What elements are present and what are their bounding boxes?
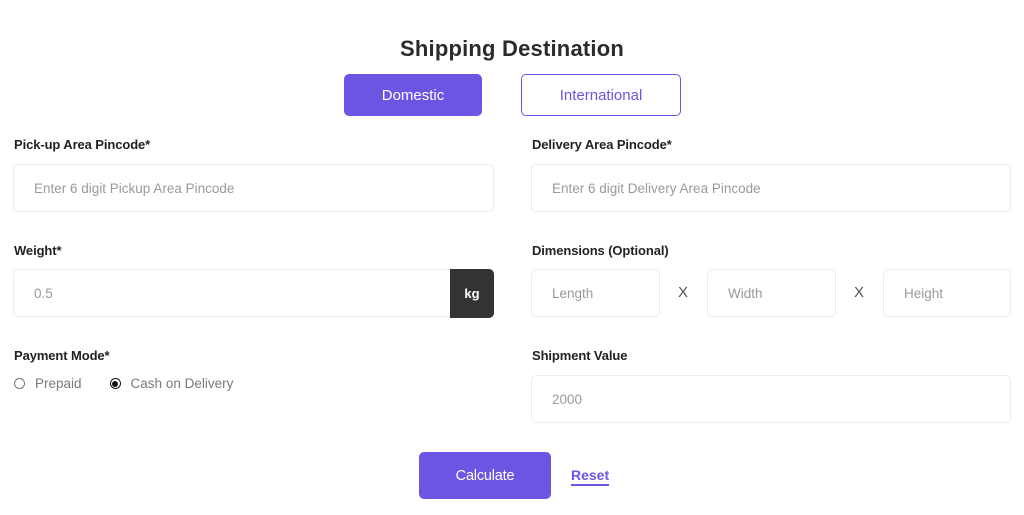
- reset-link[interactable]: Reset: [571, 467, 610, 486]
- domestic-toggle-button[interactable]: Domestic: [344, 74, 482, 116]
- calculate-button[interactable]: Calculate: [419, 452, 551, 499]
- pickup-pincode-label: Pick-up Area Pincode*: [14, 137, 151, 152]
- payment-mode-label: Payment Mode*: [14, 348, 110, 363]
- delivery-pincode-label: Delivery Area Pincode*: [532, 137, 672, 152]
- international-toggle-button[interactable]: International: [521, 74, 681, 116]
- height-input[interactable]: [884, 270, 1010, 316]
- dimension-separator: X: [678, 284, 689, 301]
- weight-input[interactable]: [14, 270, 452, 316]
- weight-field: [13, 269, 453, 317]
- width-field: [707, 269, 836, 317]
- prepaid-radio-label: Prepaid: [35, 376, 82, 391]
- pickup-pincode-field: [13, 164, 494, 212]
- shipment-value-label: Shipment Value: [532, 348, 628, 363]
- cod-radio[interactable]: Cash on Delivery: [109, 376, 234, 391]
- cod-radio-label: Cash on Delivery: [130, 376, 234, 391]
- delivery-pincode-input[interactable]: [532, 165, 1010, 211]
- dimension-separator: X: [854, 284, 865, 301]
- payment-mode-radio-group: Prepaid Cash on Delivery: [14, 376, 233, 391]
- height-field: [883, 269, 1011, 317]
- dimensions-label: Dimensions (Optional): [532, 243, 669, 258]
- delivery-pincode-field: [531, 164, 1011, 212]
- length-input[interactable]: [532, 270, 659, 316]
- weight-label: Weight*: [14, 243, 62, 258]
- radio-checked-icon: [109, 378, 121, 389]
- prepaid-radio[interactable]: Prepaid: [14, 376, 82, 391]
- shipment-value-input[interactable]: [532, 376, 1010, 422]
- weight-unit-badge: kg: [450, 269, 494, 318]
- length-field: [531, 269, 660, 317]
- page-title: Shipping Destination: [400, 36, 624, 61]
- pickup-pincode-input[interactable]: [14, 165, 493, 211]
- width-input[interactable]: [708, 270, 835, 316]
- shipment-value-field: [531, 375, 1011, 423]
- radio-unchecked-icon: [14, 378, 25, 389]
